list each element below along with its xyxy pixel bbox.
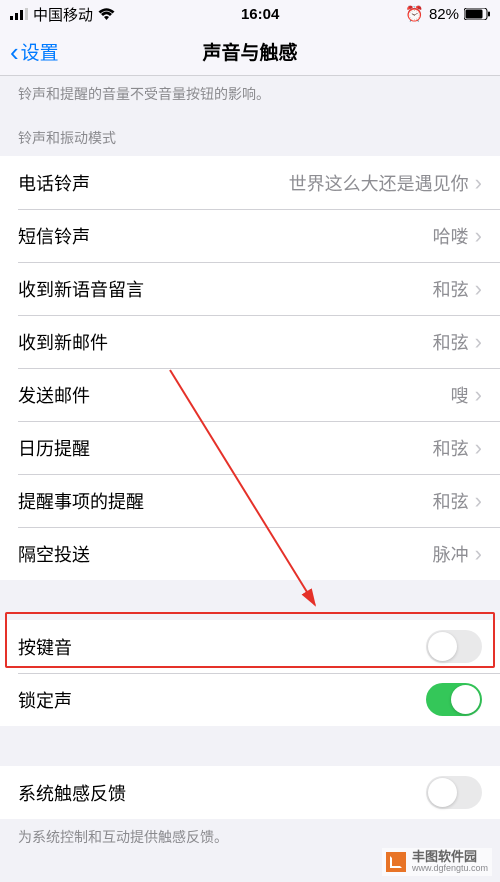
alarm-icon: ⏰ — [405, 5, 424, 23]
keyboard-clicks-toggle[interactable] — [426, 630, 482, 663]
row-label: 提醒事项的提醒 — [18, 488, 144, 514]
row-label: 锁定声 — [18, 687, 72, 713]
row-value: 脉冲 — [433, 541, 469, 567]
battery-icon — [464, 8, 490, 20]
row-calendar[interactable]: 日历提醒 和弦 › — [0, 421, 500, 474]
chevron-right-icon: › — [475, 276, 482, 302]
row-sms[interactable]: 短信铃声 哈喽 › — [0, 209, 500, 262]
back-label: 设置 — [21, 38, 59, 65]
back-button[interactable]: ‹ 设置 — [10, 38, 59, 65]
row-label: 隔空投送 — [18, 541, 90, 567]
nav-bar: ‹ 设置 声音与触感 — [0, 28, 500, 76]
row-voicemail[interactable]: 收到新语音留言 和弦 › — [0, 262, 500, 315]
row-sent-mail[interactable]: 发送邮件 嗖 › — [0, 368, 500, 421]
chevron-right-icon: › — [475, 435, 482, 461]
row-reminders[interactable]: 提醒事项的提醒 和弦 › — [0, 474, 500, 527]
watermark: 丰图软件园 www.dgfengtu.com — [382, 848, 492, 876]
row-lock-sound: 锁定声 — [0, 673, 500, 726]
row-value: 世界这么大还是遇见你 — [289, 170, 469, 196]
volume-button-hint: 铃声和提醒的音量不受音量按钮的影响。 — [0, 76, 500, 114]
ringtone-list: 电话铃声 世界这么大还是遇见你 › 短信铃声 哈喽 › 收到新语音留言 和弦 ›… — [0, 156, 500, 580]
row-label: 发送邮件 — [18, 382, 90, 408]
battery-percent: 82% — [429, 6, 459, 23]
toggle-list: 按键音 锁定声 — [0, 620, 500, 726]
row-label: 日历提醒 — [18, 435, 90, 461]
page-title: 声音与触感 — [202, 38, 297, 65]
system-haptics-toggle[interactable] — [426, 776, 482, 809]
chevron-right-icon: › — [475, 541, 482, 567]
row-label: 短信铃声 — [18, 223, 90, 249]
row-label: 系统触感反馈 — [18, 780, 126, 806]
row-label: 电话铃声 — [18, 170, 90, 196]
row-mail[interactable]: 收到新邮件 和弦 › — [0, 315, 500, 368]
row-value: 哈喽 — [433, 223, 469, 249]
row-value: 和弦 — [433, 435, 469, 461]
status-time: 16:04 — [241, 6, 279, 23]
row-label: 收到新邮件 — [18, 329, 108, 355]
row-keyboard-clicks: 按键音 — [0, 620, 500, 673]
section-header-ringtones: 铃声和振动模式 — [0, 114, 500, 156]
chevron-right-icon: › — [475, 170, 482, 196]
status-bar: 中国移动 16:04 ⏰ 82% — [0, 0, 500, 28]
haptics-list: 系统触感反馈 — [0, 766, 500, 819]
row-ringtone[interactable]: 电话铃声 世界这么大还是遇见你 › — [0, 156, 500, 209]
row-system-haptics: 系统触感反馈 — [0, 766, 500, 819]
chevron-right-icon: › — [475, 329, 482, 355]
watermark-title: 丰图软件园 — [412, 850, 488, 864]
row-value: 和弦 — [433, 488, 469, 514]
row-value: 和弦 — [433, 329, 469, 355]
row-value: 嗖 — [451, 382, 469, 408]
chevron-right-icon: › — [475, 488, 482, 514]
chevron-right-icon: › — [475, 382, 482, 408]
watermark-logo-icon — [386, 852, 406, 872]
signal-icon — [10, 8, 28, 20]
carrier-label: 中国移动 — [33, 4, 93, 25]
watermark-url: www.dgfengtu.com — [412, 864, 488, 874]
row-airdrop[interactable]: 隔空投送 脉冲 › — [0, 527, 500, 580]
chevron-right-icon: › — [475, 223, 482, 249]
row-label: 按键音 — [18, 634, 72, 660]
wifi-icon — [98, 8, 115, 20]
row-value: 和弦 — [433, 276, 469, 302]
back-chevron-icon: ‹ — [10, 39, 19, 65]
row-label: 收到新语音留言 — [18, 276, 144, 302]
lock-sound-toggle[interactable] — [426, 683, 482, 716]
